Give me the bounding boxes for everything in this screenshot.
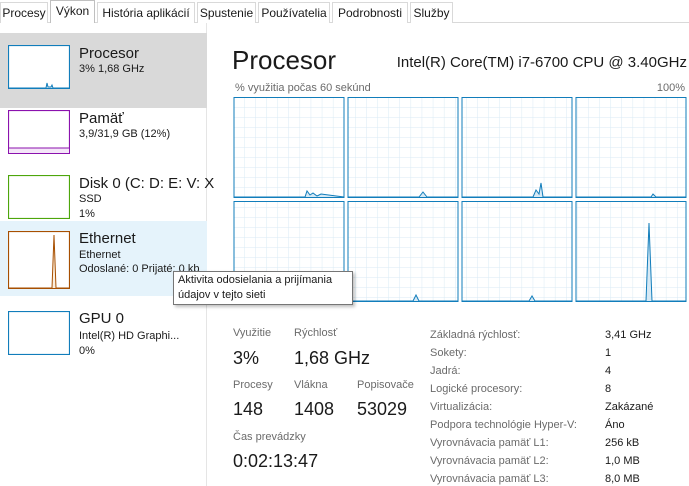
sidebar-item-pamat[interactable]: Pamäť 3,9/31,9 GB (12%) bbox=[0, 98, 207, 173]
memory-thumbnail-graph bbox=[8, 110, 70, 154]
info-value: 8,0 MB bbox=[605, 473, 640, 485]
tab-spustenie[interactable]: Spustenie bbox=[197, 2, 256, 23]
cpu-graph-1 bbox=[347, 97, 459, 198]
sidebar-item-procesor[interactable]: Procesor 3% 1,68 GHz bbox=[0, 33, 207, 108]
disk-thumbnail-graph bbox=[8, 175, 70, 219]
info-value: 1 bbox=[605, 347, 612, 359]
sidebar-item-detail: Ethernet bbox=[79, 249, 121, 261]
info-value: 4 bbox=[605, 365, 612, 377]
processes-value: 148 bbox=[233, 399, 264, 419]
tab-pouzivatelia[interactable]: Používatelia bbox=[258, 2, 330, 23]
info-label: Podpora technológie Hyper-V: bbox=[430, 419, 577, 431]
processes-label: Procesy bbox=[233, 379, 273, 391]
cpu-graph-5 bbox=[347, 201, 459, 302]
sidebar-item-detail: 3% 1,68 GHz bbox=[79, 63, 145, 75]
info-value: 8 bbox=[605, 383, 612, 395]
tooltip-line: Aktivita odosielania a prijímania bbox=[178, 274, 333, 286]
info-value: Zakázané bbox=[605, 401, 654, 413]
cpu-model-name: Intel(R) Core(TM) i7-6700 CPU @ 3.40GHz bbox=[396, 54, 687, 71]
sidebar-item-detail: SSD bbox=[79, 193, 102, 205]
cpu-thumbnail-graph bbox=[8, 45, 70, 89]
cpu-graph-0 bbox=[233, 97, 345, 198]
tab-procesy[interactable]: Procesy bbox=[0, 2, 48, 23]
gpu-thumbnail-graph bbox=[8, 311, 70, 355]
uptime-value: 0:02:13:47 bbox=[233, 451, 319, 471]
tooltip-line: údajov v tejto sieti bbox=[178, 289, 266, 301]
tab-vykon[interactable]: Výkon bbox=[50, 0, 95, 24]
info-label: Vyrovnávacia pamäť L3: bbox=[430, 473, 549, 485]
threads-value: 1408 bbox=[294, 399, 335, 419]
threads-label: Vlákna bbox=[294, 379, 328, 391]
graph-axis-label: % využitia počas 60 sekúnd bbox=[235, 82, 371, 94]
sidebar-item-gpu-0[interactable]: GPU 0 Intel(R) HD Graphi... 0% bbox=[0, 303, 207, 378]
page-title: Procesor bbox=[232, 45, 337, 75]
info-label: Sokety: bbox=[430, 347, 467, 359]
info-label: Logické procesory: bbox=[430, 383, 523, 395]
info-label: Jadrá: bbox=[430, 365, 461, 377]
info-value: 3,41 GHz bbox=[605, 329, 652, 341]
cpu-graph-7 bbox=[575, 201, 687, 302]
sidebar-item-detail: Intel(R) HD Graphi... bbox=[79, 330, 180, 342]
uptime-label: Čas prevádzky bbox=[233, 431, 306, 443]
cpu-detail-panel: Procesor Intel(R) Core(TM) i7-6700 CPU @… bbox=[207, 23, 689, 486]
sidebar-item-detail: 0% bbox=[79, 345, 95, 357]
info-label: Základná rýchlosť: bbox=[430, 329, 521, 341]
resource-sidebar: Procesor 3% 1,68 GHz Pamäť 3,9/31,9 GB (… bbox=[0, 23, 214, 486]
handles-label: Popisovače bbox=[357, 379, 414, 391]
graph-axis-max: 100% bbox=[656, 82, 685, 94]
ethernet-tooltip: Aktivita odosielania a prijímania údajov… bbox=[173, 271, 353, 305]
sidebar-item-title: GPU 0 bbox=[79, 310, 125, 327]
tab-podrobnosti[interactable]: Podrobnosti bbox=[332, 2, 408, 23]
info-label: Virtualizácia: bbox=[430, 401, 493, 413]
sidebar-item-title: Pamäť bbox=[79, 110, 124, 127]
cpu-graph-2 bbox=[461, 97, 573, 198]
cpu-graph-6 bbox=[461, 201, 573, 302]
handles-value: 53029 bbox=[357, 399, 408, 419]
info-label: Vyrovnávacia pamäť L1: bbox=[430, 437, 549, 449]
speed-value: 1,68 GHz bbox=[294, 348, 371, 368]
speed-label: Rýchlosť bbox=[294, 327, 338, 339]
info-value: Áno bbox=[605, 419, 625, 431]
info-label: Vyrovnávacia pamäť L2: bbox=[430, 455, 549, 467]
cpu-graph-3 bbox=[575, 97, 687, 198]
ethernet-thumbnail-graph bbox=[8, 231, 70, 289]
sidebar-item-title: Ethernet bbox=[79, 230, 136, 247]
sidebar-item-title: Procesor bbox=[79, 45, 140, 62]
info-value: 256 kB bbox=[605, 437, 640, 449]
tab-bar: Procesy Výkon História aplikácií Spusten… bbox=[0, 0, 689, 24]
usage-label: Využitie bbox=[233, 327, 272, 339]
tab-sluzby[interactable]: Služby bbox=[410, 2, 453, 23]
sidebar-item-detail: 1% bbox=[79, 208, 95, 220]
usage-value: 3% bbox=[233, 348, 260, 368]
tab-historia-aplikacii[interactable]: História aplikácií bbox=[97, 2, 195, 23]
sidebar-item-detail: 3,9/31,9 GB (12%) bbox=[79, 128, 171, 140]
sidebar-item-title: Disk 0 (C: D: E: V: X bbox=[79, 175, 215, 192]
info-value: 1,0 MB bbox=[605, 455, 640, 467]
